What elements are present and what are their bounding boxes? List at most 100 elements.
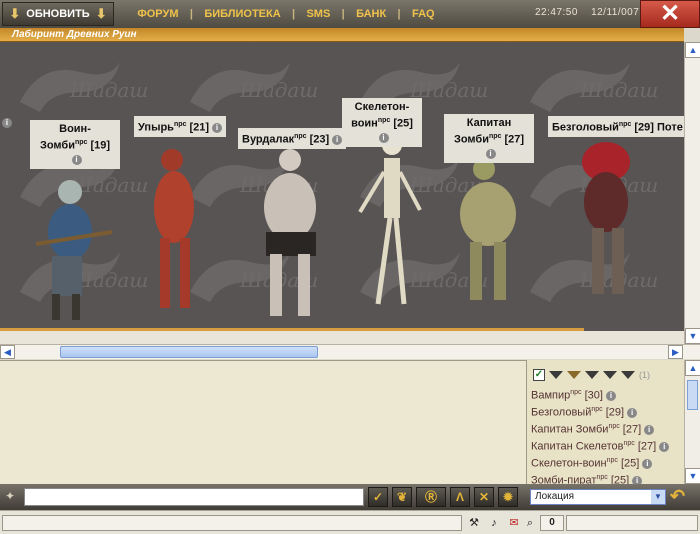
info-icon[interactable]: i — [659, 441, 670, 452]
menu-bank[interactable]: БАНК — [356, 8, 386, 20]
monster-level: [21] — [189, 121, 210, 134]
chat-mode-icon[interactable]: ✦ — [5, 489, 15, 503]
info-icon[interactable]: i — [378, 132, 389, 143]
filter-triangle-icon[interactable] — [603, 371, 617, 379]
info-icon[interactable]: i — [644, 424, 655, 435]
tool-check-button[interactable]: ✓ — [368, 487, 388, 507]
clock: 22:47:50 12/11/007 — [535, 7, 639, 18]
info-icon[interactable]: i — [71, 154, 82, 165]
filter-triangle-icon[interactable] — [621, 371, 635, 379]
info-icon[interactable]: i — [642, 458, 653, 469]
tool-gear-button[interactable]: ✹ — [498, 487, 518, 507]
top-bar: ⬇ ОБНОВИТЬ ⬇ ФОРУМ | БИБЛИОТЕКА | SMS | … — [0, 0, 700, 28]
npc-tag: npc — [618, 121, 632, 128]
monster-label[interactable]: Воин- Зомбиnpc [19] i — [30, 120, 120, 169]
menu-sms[interactable]: SMS — [306, 8, 330, 20]
info-icon[interactable]: i — [2, 118, 12, 128]
chat-log[interactable] — [0, 360, 526, 484]
search-icon[interactable]: ⌕ — [522, 515, 538, 531]
status-bar: ⚒ ♪ ✉ ⌕ 0 — [0, 510, 700, 534]
npc-tag: npc — [294, 133, 307, 140]
info-icon[interactable]: i — [485, 148, 496, 159]
filter-triangle-icon[interactable] — [585, 371, 599, 379]
counter-value: 0 — [549, 517, 555, 528]
scroll-up-button[interactable]: ▲ — [685, 42, 700, 58]
monster-label[interactable]: Капитан Зомбиnpc [27] i — [444, 114, 534, 163]
refresh-chat-icon[interactable]: ↶ — [670, 486, 685, 507]
chevron-down-icon: ▼ — [651, 490, 665, 504]
filter-triangle-icon[interactable] — [567, 371, 581, 379]
location-players-panel: ✓ (1) Вампирnpc [30] i Безголовыйnpc [29]… — [526, 360, 684, 484]
scroll-up-button[interactable]: ▲ — [685, 360, 700, 376]
scroll-down-button[interactable]: ▼ — [685, 468, 700, 484]
tool-mask-button[interactable]: ❦ — [392, 487, 412, 507]
list-item[interactable]: Капитан Скелетовnpc [27] i — [527, 435, 684, 453]
info-icon[interactable]: i — [212, 122, 223, 133]
menu-library[interactable]: БИБЛИОТЕКА — [204, 8, 280, 20]
music-icon[interactable]: ♪ — [486, 515, 502, 531]
list-item[interactable]: Безголовыйnpc [29] i — [527, 401, 684, 419]
list-item[interactable]: Капитан Зомбиnpc [27] i — [527, 418, 684, 436]
info-icon[interactable]: i — [332, 134, 343, 145]
bag-icon[interactable]: ⚒ — [466, 515, 482, 531]
scene-horizontal-scrollbar[interactable]: ◀ ▶ — [0, 344, 700, 359]
location-title: Лабиринт Древних Руин — [12, 29, 137, 40]
menu-faq[interactable]: FAQ — [412, 8, 435, 20]
status-field — [2, 515, 462, 531]
monster-label[interactable]: Скелетон- воинnpc [25] i — [342, 98, 422, 147]
monster-level: [23] — [309, 133, 330, 146]
list-item[interactable]: Скелетон-воинnpc [25] i — [527, 452, 684, 470]
mob-name: Вампир — [531, 389, 571, 402]
monster-name: Упырь — [138, 121, 174, 134]
monster-level: [27] — [504, 133, 525, 146]
arrow-down-icon: ⬇ — [9, 6, 21, 21]
panel-scrollbar[interactable]: ▲ ▼ — [684, 360, 700, 484]
tool-cross-button[interactable]: ✕ — [474, 487, 494, 507]
menu-separator: | — [397, 8, 401, 20]
scroll-down-button[interactable]: ▼ — [685, 328, 700, 344]
chat-channel-select[interactable]: Локация ▼ — [530, 489, 666, 505]
location-bar: Лабиринт Древних Руин — [0, 28, 684, 42]
list-item[interactable]: Вампирnpc [30] i — [527, 384, 684, 402]
mail-icon[interactable]: ✉ — [506, 515, 522, 531]
mob-name: Скелетон-воин — [531, 457, 607, 470]
monster-name: Скелетон- — [354, 101, 410, 113]
list-item[interactable]: Зомби-пиратnpc [25] i — [527, 469, 684, 484]
menu-forum[interactable]: ФОРУМ — [137, 8, 178, 20]
info-icon[interactable]: i — [627, 407, 638, 418]
scroll-thumb[interactable] — [60, 346, 318, 358]
filter-icons: ✓ (1) — [527, 366, 684, 384]
tool-lambda-button[interactable]: Λ — [450, 487, 470, 507]
npc-tag: npc — [74, 139, 88, 146]
monster-level: [19] — [90, 139, 111, 152]
scroll-right-button[interactable]: ▶ — [668, 345, 683, 359]
scroll-left-button[interactable]: ◀ — [0, 345, 15, 359]
npc-tag: npc — [596, 474, 608, 481]
monster-label[interactable]: Упырьnpc [21] i — [134, 116, 227, 137]
players-count: (1) — [639, 370, 650, 380]
mob-name: Безголовый — [531, 406, 592, 419]
chat-input[interactable] — [24, 488, 364, 506]
monster-name: Зомби — [39, 139, 75, 152]
npc-tag: npc — [488, 133, 502, 140]
filter-checkbox[interactable]: ✓ — [533, 369, 545, 381]
refresh-label: ОБНОВИТЬ — [26, 8, 90, 20]
info-icon[interactable]: i — [632, 475, 643, 484]
info-icon[interactable]: i — [605, 390, 616, 401]
mob-level: [30] — [584, 389, 603, 402]
refresh-button[interactable]: ⬇ ОБНОВИТЬ ⬇ — [2, 2, 114, 26]
scene-vertical-scrollbar[interactable]: ▲ ▼ — [684, 42, 700, 344]
monster-label[interactable]: Безголовыйnpc [29] Поте — [548, 116, 684, 137]
mob-name: Капитан Зомби — [531, 423, 609, 436]
close-button[interactable]: ✕ — [640, 0, 700, 28]
filter-triangle-icon[interactable] — [549, 371, 563, 379]
monster-label[interactable]: Вурдалакnpc [23] i — [238, 128, 347, 149]
npc-tag: npc — [608, 423, 620, 430]
chat-toolbar: ✦ ✓ ❦ Ⓡ Λ ✕ ✹ Локация ▼ ↶ — [0, 484, 700, 510]
mob-name: Зомби-пират — [531, 474, 597, 484]
tool-font-button[interactable]: Ⓡ — [416, 487, 446, 507]
monster-name: Воин- — [59, 123, 91, 135]
scroll-thumb[interactable] — [687, 380, 698, 410]
menu-separator: | — [292, 8, 296, 20]
monster-name: Капитан — [466, 117, 512, 129]
